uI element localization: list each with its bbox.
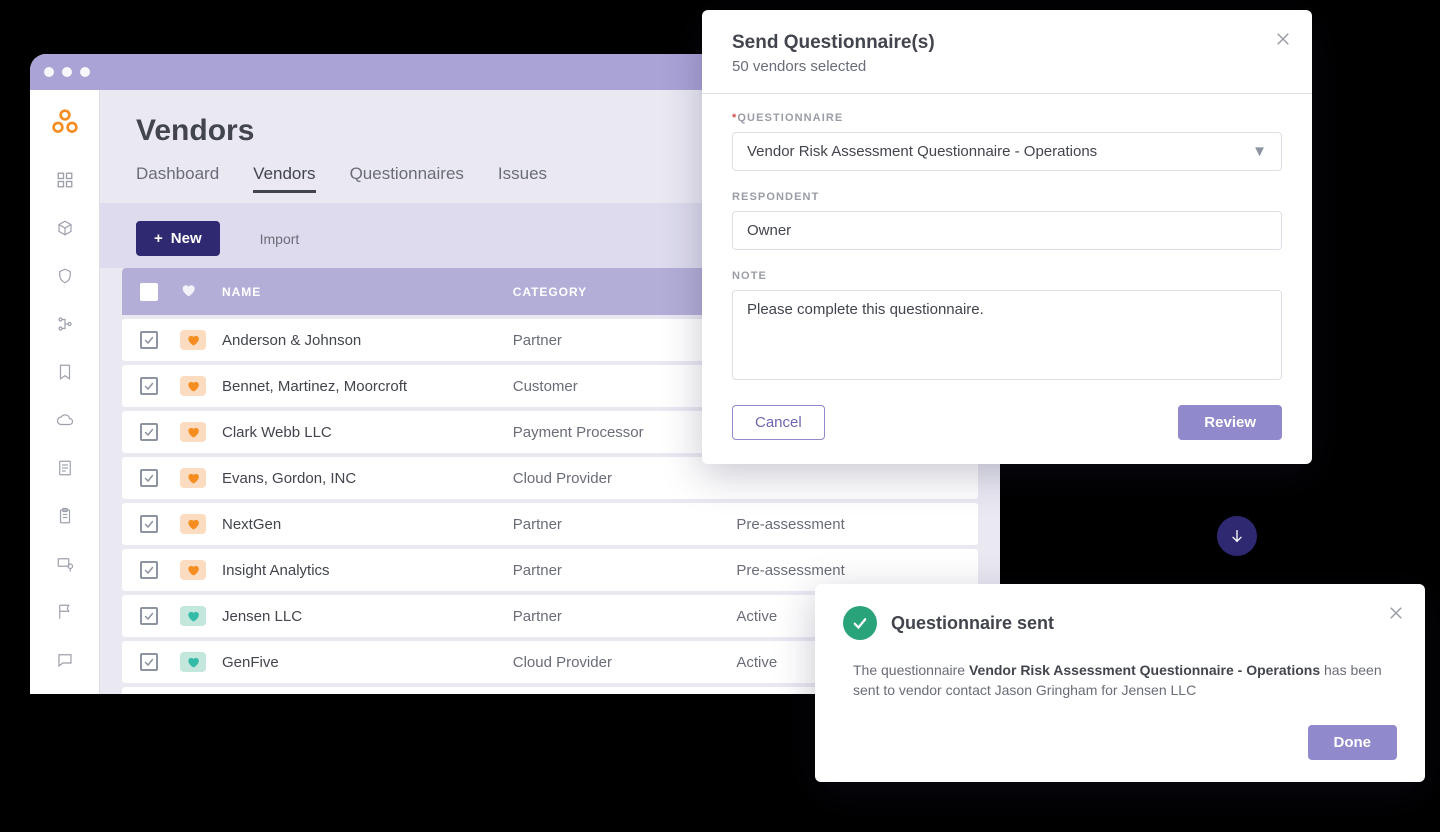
vendor-category: Partner bbox=[513, 516, 737, 533]
modal-title: Send Questionnaire(s) bbox=[732, 32, 1282, 54]
tree-icon[interactable] bbox=[56, 315, 74, 333]
vendor-category: Cloud Provider bbox=[513, 470, 737, 487]
health-heart-icon bbox=[180, 652, 206, 672]
chevron-down-icon: ▼ bbox=[1252, 143, 1267, 160]
vendor-name: Evans, Gordon, INC bbox=[222, 470, 513, 487]
tab-issues[interactable]: Issues bbox=[498, 164, 547, 193]
plus-icon: + bbox=[154, 230, 163, 247]
tab-questionnaires[interactable]: Questionnaires bbox=[350, 164, 464, 193]
row-checkbox[interactable] bbox=[140, 469, 158, 487]
select-all-checkbox[interactable] bbox=[140, 283, 158, 301]
toast-body: The questionnaire Vendor Risk Assessment… bbox=[843, 660, 1397, 701]
table-row[interactable]: NextGenPartnerPre-assessment bbox=[122, 503, 978, 545]
vendor-status: Pre-assessment bbox=[736, 516, 960, 533]
vendor-name: Clark Webb LLC bbox=[222, 424, 513, 441]
window-dot bbox=[80, 67, 90, 77]
doc-icon[interactable] bbox=[56, 459, 74, 477]
chat-icon[interactable] bbox=[56, 651, 74, 669]
vendor-name: Jensen LLC bbox=[222, 608, 513, 625]
cert-icon[interactable] bbox=[56, 555, 74, 573]
vendor-category: Partner bbox=[513, 608, 737, 625]
window-dot bbox=[62, 67, 72, 77]
vendor-category: Cloud Provider bbox=[513, 654, 737, 671]
health-heart-icon bbox=[180, 514, 206, 534]
row-checkbox[interactable] bbox=[140, 607, 158, 625]
vendor-status: Pre-assessment bbox=[736, 562, 960, 579]
vendor-name: Bennet, Martinez, Moorcroft bbox=[222, 378, 513, 395]
respondent-input[interactable]: Owner bbox=[732, 211, 1282, 250]
box-icon[interactable] bbox=[56, 219, 74, 237]
vendor-name: Anderson & Johnson bbox=[222, 332, 513, 349]
col-name: NAME bbox=[222, 285, 513, 299]
row-checkbox[interactable] bbox=[140, 653, 158, 671]
vendor-name: Insight Analytics bbox=[222, 562, 513, 579]
tab-vendors[interactable]: Vendors bbox=[253, 164, 315, 193]
heart-icon bbox=[180, 282, 196, 301]
flag-icon[interactable] bbox=[56, 603, 74, 621]
note-label: NOTE bbox=[732, 270, 1282, 282]
health-heart-icon bbox=[180, 606, 206, 626]
shield-icon[interactable] bbox=[56, 267, 74, 285]
vendor-name: NextGen bbox=[222, 516, 513, 533]
row-checkbox[interactable] bbox=[140, 377, 158, 395]
new-button[interactable]: + New bbox=[136, 221, 220, 256]
tab-dashboard[interactable]: Dashboard bbox=[136, 164, 219, 193]
app-logo-icon bbox=[51, 108, 79, 141]
health-heart-icon bbox=[180, 468, 206, 488]
health-heart-icon bbox=[180, 330, 206, 350]
toast-title: Questionnaire sent bbox=[891, 613, 1054, 634]
cancel-button[interactable]: Cancel bbox=[732, 405, 825, 440]
flow-arrow-icon bbox=[1217, 516, 1257, 556]
modal-subtitle: 50 vendors selected bbox=[732, 58, 1282, 75]
send-questionnaire-modal: Send Questionnaire(s) 50 vendors selecte… bbox=[702, 10, 1312, 464]
dashboard-icon[interactable] bbox=[56, 171, 74, 189]
row-checkbox[interactable] bbox=[140, 561, 158, 579]
close-icon[interactable] bbox=[1274, 30, 1292, 53]
note-textarea[interactable] bbox=[732, 290, 1282, 380]
health-heart-icon bbox=[180, 422, 206, 442]
questionnaire-select[interactable]: Vendor Risk Assessment Questionnaire - O… bbox=[732, 132, 1282, 171]
health-heart-icon bbox=[180, 560, 206, 580]
row-checkbox[interactable] bbox=[140, 423, 158, 441]
row-checkbox[interactable] bbox=[140, 515, 158, 533]
row-checkbox[interactable] bbox=[140, 331, 158, 349]
close-icon[interactable] bbox=[1387, 604, 1405, 627]
import-button[interactable]: Import bbox=[260, 231, 300, 247]
respondent-label: RESPONDENT bbox=[732, 191, 1282, 203]
cloud-icon[interactable] bbox=[56, 411, 74, 429]
questionnaire-label: *QUESTIONNAIRE bbox=[732, 112, 1282, 124]
clipboard-icon[interactable] bbox=[56, 507, 74, 525]
success-check-icon bbox=[843, 606, 877, 640]
sent-toast: Questionnaire sent The questionnaire Ven… bbox=[815, 584, 1425, 782]
done-button[interactable]: Done bbox=[1308, 725, 1398, 760]
bookmark-icon[interactable] bbox=[56, 363, 74, 381]
sidebar-nav bbox=[30, 90, 100, 694]
vendor-name: GenFive bbox=[222, 654, 513, 671]
vendor-category: Partner bbox=[513, 562, 737, 579]
window-dot bbox=[44, 67, 54, 77]
review-button[interactable]: Review bbox=[1178, 405, 1282, 440]
health-heart-icon bbox=[180, 376, 206, 396]
